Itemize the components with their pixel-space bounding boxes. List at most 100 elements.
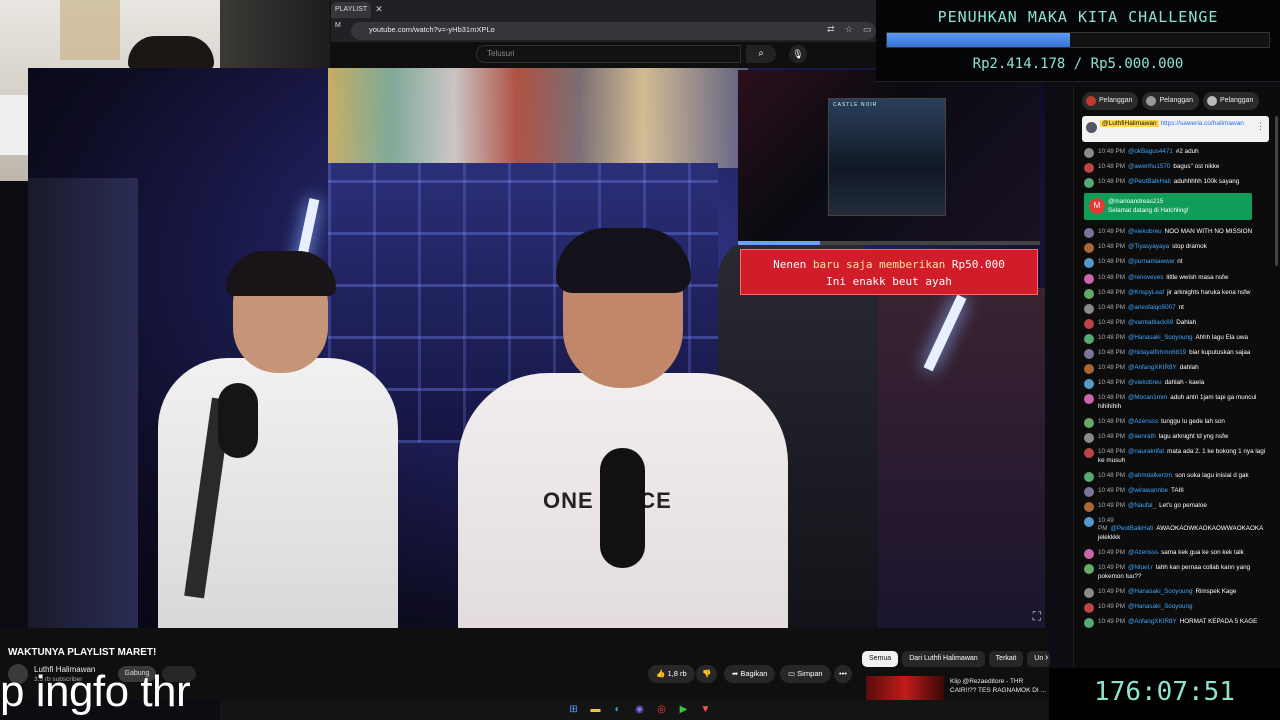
avatar [1084, 602, 1094, 613]
search-input[interactable]: Telusuri [476, 45, 741, 63]
chat-text: NOO MAN WITH NO MISSION [1164, 228, 1253, 236]
chat-author[interactable]: @awenhu1570 [1128, 163, 1170, 170]
chat-author[interactable]: @purnamiawww [1128, 258, 1174, 265]
chat-tab[interactable]: Pelanggan [1202, 92, 1260, 110]
chat-author[interactable]: @PeotBalkHati [1110, 525, 1153, 532]
chat-author[interactable]: @ariesfaiqo5007 [1128, 304, 1176, 311]
share-button[interactable]: ➦ Bagikan [724, 665, 776, 683]
chat-author[interactable]: @okBagus4471 [1128, 148, 1173, 155]
chat-author[interactable]: @Naufal_ [1128, 502, 1156, 509]
more-icon[interactable]: ⋮ [1256, 122, 1265, 131]
stream-screen: PLAYLIST M ✕ ▯ youtube.com/watch?v=-yHb3… [0, 0, 1280, 720]
brave-icon[interactable]: ▼ [698, 702, 713, 717]
recommended-title[interactable]: Klip @Rezaeditore - THR CAIR!!?? TES RAG… [950, 677, 1046, 695]
chat-message: 10:48 PM @Tiyasyayaya stop dramok [1084, 243, 1268, 254]
chat-author[interactable]: @Mocan1mm [1128, 394, 1167, 401]
chat-author[interactable]: @Hanasaki_Sooyoung [1128, 334, 1193, 341]
fullscreen-icon[interactable]: ⛶ [1033, 609, 1041, 624]
alert-mid: baru saja memberikan [812, 258, 946, 271]
avatar [1084, 549, 1094, 560]
edge-icon[interactable]: ◐ [610, 702, 625, 717]
chat-author[interactable]: @hidayatfirhmn6819 [1128, 349, 1186, 356]
chat-text: TAIII [1170, 486, 1184, 494]
chat-author[interactable]: @PeotBalkHati [1128, 178, 1171, 185]
chat-message: 10:48 PM @renoveves little wwish masa nsfw [1084, 273, 1268, 284]
chat-text: son suka lagu inisial d gak [1175, 471, 1249, 479]
chat-scrollbar[interactable] [1275, 116, 1278, 266]
chat-tab[interactable]: Pelanggan [1142, 92, 1199, 110]
related-chips: Semua Dari Luthfi Halimawan Terkait Un [862, 651, 1051, 667]
pinned-link[interactable]: https://saweria.co/halimawan [1160, 120, 1243, 127]
windows-icon[interactable]: ⊞ [566, 702, 581, 717]
chat-author[interactable]: @Azensss [1128, 418, 1158, 425]
chat-author[interactable]: @Hanasaki_Sooyoung [1128, 588, 1193, 595]
avatar [1084, 258, 1094, 269]
chat-author[interactable]: @viekobreu [1128, 379, 1162, 386]
chat-time: 10:48 PM [1098, 448, 1125, 456]
more-actions-button[interactable]: ••• [834, 665, 852, 683]
chat-author[interactable]: @ahmdalkerzm [1128, 472, 1172, 479]
chat-tabs: Pelanggan Pelanggan Pelanggan [1082, 92, 1260, 110]
translate-icon[interactable]: ⇄ [827, 24, 835, 35]
chevron-right-icon[interactable]: › [1045, 652, 1048, 663]
right-figures [868, 288, 1045, 628]
streamer-right-hair [556, 228, 691, 293]
chat-author[interactable]: @viekobreu [1128, 228, 1162, 235]
chip-from-channel[interactable]: Dari Luthfi Halimawan [902, 651, 985, 667]
save-button[interactable]: ▭ Simpan [780, 665, 831, 683]
pinned-message[interactable]: @LuthfiHalimawan https://saweria.co/hali… [1082, 116, 1269, 142]
chat-message: 10:48 PM @PeotBalkHati aduhhhhh 100k sayan… [1084, 178, 1268, 189]
chat-author[interactable]: @Hanasaki_Sooyoung [1128, 603, 1193, 610]
avatar [1084, 617, 1094, 628]
chat-author[interactable]: @renoveves [1128, 274, 1163, 281]
extension-icon[interactable]: ▭ [863, 24, 872, 35]
chat-message: 10:48 PM @naurakrifat mata ada 2. 1 ke bok… [1084, 448, 1268, 465]
chat-author[interactable]: @naurakrifat [1128, 448, 1164, 455]
welcome-banner: M @marioandreas215 Selamat datang di Hatch… [1084, 193, 1252, 221]
chat-author[interactable]: @Azensss [1128, 549, 1158, 556]
chat-text: sama kek gua ke son kek talk [1161, 549, 1244, 557]
dislike-button[interactable]: 👎 [696, 665, 718, 683]
chip-all[interactable]: Semua [862, 651, 899, 667]
search-icon[interactable]: ⌕ [746, 45, 776, 63]
chat-tab[interactable]: Pelanggan [1082, 92, 1139, 110]
member-icon [1146, 96, 1157, 106]
chat-time: 10:48 PM [1098, 178, 1125, 186]
chat-author[interactable]: @AnfangXKIR8Y [1128, 364, 1177, 371]
folder-icon[interactable]: ▬ [588, 702, 603, 717]
avatar [1084, 148, 1094, 158]
chat-time: 10:48 PM [1098, 303, 1125, 311]
chip-related[interactable]: Terkait [988, 651, 1024, 667]
close-icon[interactable]: ✕ [373, 3, 385, 15]
alert-donor: Nenen [773, 258, 807, 271]
chat-author[interactable]: @aenrath [1128, 433, 1156, 440]
chat-time: 10:48 PM [1098, 163, 1125, 171]
chat-tab-label: Pelanggan [1219, 97, 1254, 104]
chat-author[interactable]: @Tiyasyayaya [1128, 243, 1169, 250]
chrome-icon[interactable]: ◎ [654, 702, 669, 717]
chat-author[interactable]: @AnfangXKIR8Y [1128, 618, 1177, 625]
webcam-person-hair [128, 36, 214, 70]
microphone-icon[interactable]: 🎙 [789, 45, 807, 63]
play-icon[interactable]: ▶ [676, 702, 691, 717]
avatar [1084, 486, 1094, 497]
chat-time: 10:48 PM [1098, 288, 1125, 296]
chat-author[interactable]: @wirawannbe [1128, 487, 1168, 494]
chat-author[interactable]: @vamtablack69 [1128, 319, 1173, 326]
browser-tab[interactable]: PLAYLIST M [331, 2, 371, 29]
challenge-progress-bar [886, 32, 1270, 48]
url-text[interactable]: youtube.com/watch?v=-yHb31mXPLo [369, 25, 495, 34]
avatar [1084, 417, 1094, 428]
discord-icon[interactable]: ◉ [632, 702, 647, 717]
avatar [1084, 448, 1094, 459]
recommended-thumbnail[interactable] [866, 676, 944, 700]
caption-text: p ingfo thr [0, 667, 191, 716]
chat-author[interactable]: @Ntuel.r [1128, 564, 1153, 571]
like-button[interactable]: 👍 1,8 rb [648, 665, 695, 683]
avatar [1084, 379, 1094, 390]
chat-text: Ahhh lagu Ela uwa [1195, 333, 1248, 341]
chat-author[interactable]: @KrispyLeaf [1128, 289, 1164, 296]
chat-text: Dahlah [1176, 318, 1197, 326]
save-label: Simpan [797, 669, 823, 678]
star-icon[interactable]: ☆ [845, 24, 853, 35]
